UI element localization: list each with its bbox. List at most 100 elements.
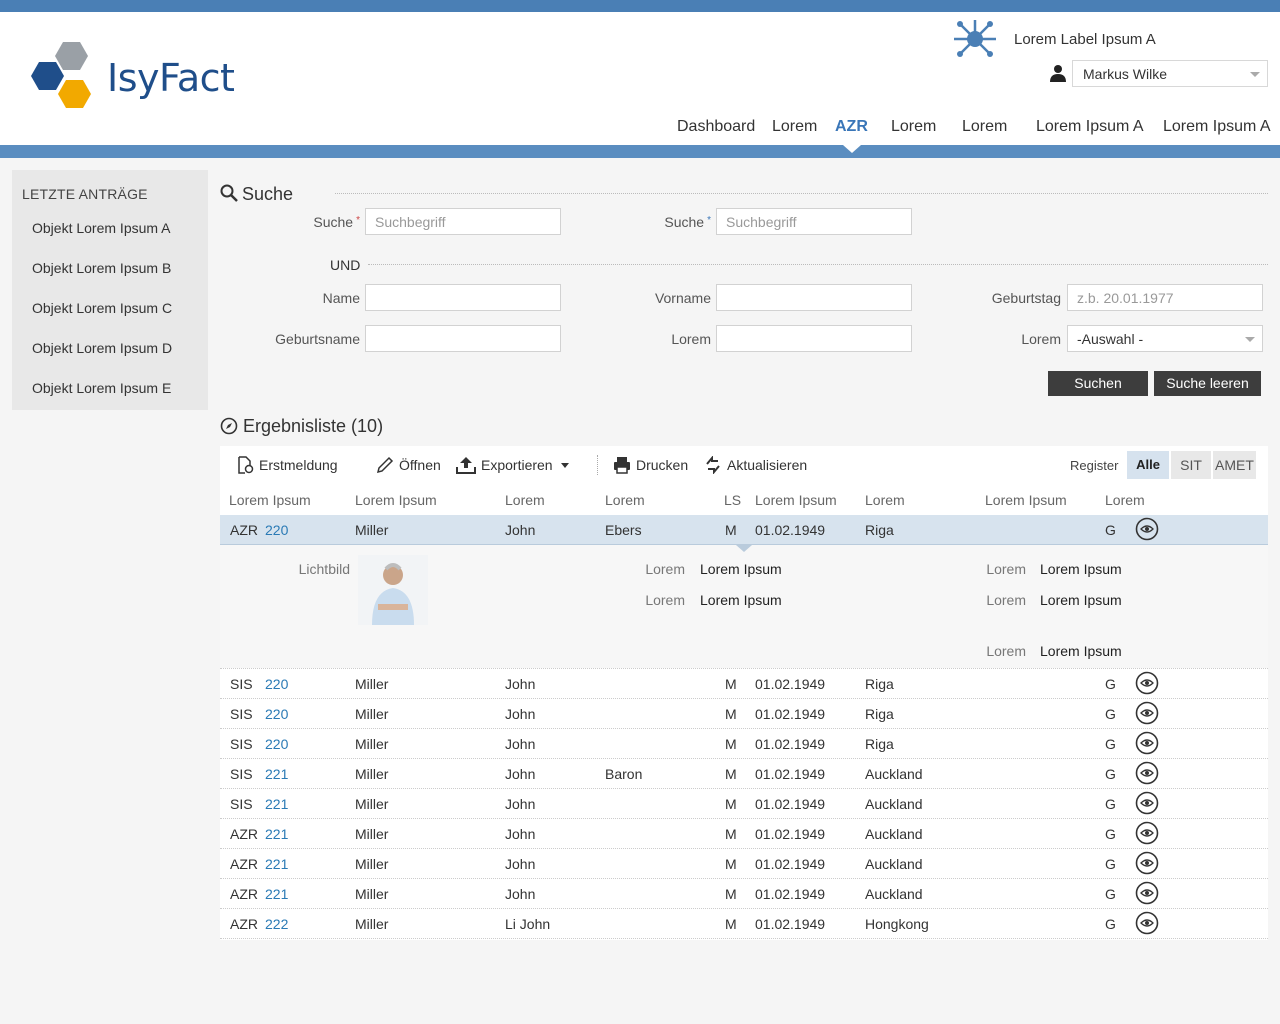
- vorname-label: Vorname: [654, 290, 711, 306]
- eye-icon[interactable]: [1135, 701, 1159, 725]
- table-row[interactable]: AZR 221 Miller John M 01.02.1949 Auckland G: [220, 819, 1268, 849]
- vorname-input[interactable]: [716, 284, 912, 311]
- row-id-link[interactable]: 220: [265, 522, 288, 538]
- eye-icon[interactable]: [1135, 671, 1159, 695]
- nav-lorem-ipsum-a-2[interactable]: Lorem Ipsum A: [1163, 118, 1271, 136]
- search-input-1[interactable]: Suchbegriff: [365, 208, 561, 235]
- nav-azr[interactable]: AZR: [835, 118, 868, 136]
- table-cell: Auckland: [865, 826, 923, 842]
- table-row[interactable]: SIS 221 Miller John Baron M 01.02.1949 Auckland…: [220, 759, 1268, 789]
- row-id-link[interactable]: 220: [265, 736, 288, 752]
- register-tab-amet[interactable]: AMET: [1213, 451, 1256, 479]
- oeffnen-button[interactable]: Öffnen: [376, 456, 441, 474]
- compass-icon: [220, 417, 238, 435]
- nav-dashboard[interactable]: Dashboard: [677, 118, 755, 136]
- eye-icon[interactable]: [1135, 851, 1159, 875]
- register-tab-alle[interactable]: Alle: [1127, 451, 1169, 479]
- sidebar-item-e[interactable]: Objekt Lorem Ipsum E: [32, 380, 171, 396]
- row-id-link[interactable]: 221: [265, 856, 288, 872]
- row-id-link[interactable]: 220: [265, 706, 288, 722]
- und-label: UND: [330, 257, 361, 273]
- table-cell: SIS: [230, 706, 253, 722]
- table-cell: Miller: [355, 522, 389, 538]
- col-header[interactable]: Lorem: [865, 492, 905, 508]
- search-button[interactable]: Suchen: [1048, 371, 1148, 396]
- row-id-link[interactable]: 221: [265, 826, 288, 842]
- name-input[interactable]: [365, 284, 561, 311]
- table-row[interactable]: AZR 222 Miller Li John M 01.02.1949 Hongkong G: [220, 909, 1268, 939]
- exportieren-button[interactable]: Exportieren: [456, 456, 569, 474]
- detail-value: Lorem Ipsum: [1040, 643, 1122, 659]
- user-select[interactable]: Markus Wilke: [1072, 60, 1268, 87]
- drucken-button[interactable]: Drucken: [613, 456, 688, 474]
- detail-label: Lorem: [645, 592, 685, 608]
- table-cell: Hongkong: [865, 916, 929, 932]
- search-input-2[interactable]: Suchbegriff: [716, 208, 912, 235]
- sidebar-item-d[interactable]: Objekt Lorem Ipsum D: [32, 340, 172, 356]
- eye-icon[interactable]: [1135, 517, 1159, 541]
- table-cell: 01.02.1949: [755, 916, 826, 932]
- table-cell: G: [1105, 796, 1116, 812]
- geburtstag-input[interactable]: z.b. 20.01.1977: [1067, 284, 1263, 311]
- und-divider: [368, 264, 1268, 265]
- table-row[interactable]: SIS 220 Miller John M 01.02.1949 Riga G: [220, 729, 1268, 759]
- col-header[interactable]: Lorem Ipsum: [755, 492, 837, 508]
- row-id-link[interactable]: 221: [265, 796, 288, 812]
- table-cell: John: [505, 796, 536, 812]
- lorem-input[interactable]: [716, 325, 912, 352]
- sidebar: LETZTE ANTRÄGE Objekt Lorem Ipsum A Obje…: [12, 170, 208, 410]
- eye-icon[interactable]: [1135, 881, 1159, 905]
- col-header[interactable]: Lorem Ipsum: [355, 492, 437, 508]
- row-id-link[interactable]: 220: [265, 676, 288, 692]
- aktualisieren-button[interactable]: Aktualisieren: [704, 456, 807, 474]
- table-cell: Auckland: [865, 766, 923, 782]
- col-header[interactable]: Lorem Ipsum: [985, 492, 1067, 508]
- register-tab-sit[interactable]: SIT: [1171, 451, 1211, 479]
- geburtsname-input[interactable]: [365, 325, 561, 352]
- upload-icon: [456, 457, 476, 474]
- sidebar-item-c[interactable]: Objekt Lorem Ipsum C: [32, 300, 172, 316]
- table-row[interactable]: SIS 220 Miller John M 01.02.1949 Riga G: [220, 699, 1268, 729]
- erstmeldung-button[interactable]: Erstmeldung: [236, 456, 338, 474]
- eye-icon[interactable]: [1135, 821, 1159, 845]
- eye-icon[interactable]: [1135, 911, 1159, 935]
- table-row[interactable]: AZR 221 Miller John M 01.02.1949 Auckland G: [220, 849, 1268, 879]
- table-row[interactable]: SIS 221 Miller John M 01.02.1949 Auckland G: [220, 789, 1268, 819]
- nav-lorem-1[interactable]: Lorem: [772, 118, 817, 136]
- drucken-label: Drucken: [636, 457, 689, 473]
- lorem-select[interactable]: -Auswahl -: [1067, 325, 1263, 352]
- eye-icon[interactable]: [1135, 791, 1159, 815]
- table-cell: AZR: [230, 886, 258, 902]
- col-header[interactable]: Lorem: [605, 492, 645, 508]
- table-cell: M: [725, 826, 737, 842]
- detail-value: Lorem Ipsum: [700, 592, 782, 608]
- col-header[interactable]: Lorem: [505, 492, 545, 508]
- row-id-link[interactable]: 221: [265, 886, 288, 902]
- table-cell: AZR: [230, 856, 258, 872]
- col-header[interactable]: Lorem: [1105, 492, 1145, 508]
- nav-lorem-2[interactable]: Lorem: [891, 118, 936, 136]
- lorem-select-label: Lorem: [1021, 331, 1061, 347]
- table-cell: G: [1105, 706, 1116, 722]
- eye-icon[interactable]: [1135, 761, 1159, 785]
- row-divider: [220, 668, 1268, 669]
- table-row[interactable]: SIS 220 Miller John M 01.02.1949 Riga G: [220, 669, 1268, 699]
- table-row[interactable]: AZR 220 Miller John Ebers M 01.02.1949 Riga G: [220, 515, 1268, 545]
- eye-icon[interactable]: [1135, 731, 1159, 755]
- table-row[interactable]: AZR 221 Miller John M 01.02.1949 Auckland G: [220, 879, 1268, 909]
- sidebar-item-b[interactable]: Objekt Lorem Ipsum B: [32, 260, 171, 276]
- nav-lorem-3[interactable]: Lorem: [962, 118, 1007, 136]
- col-header[interactable]: Lorem Ipsum: [229, 492, 311, 508]
- sidebar-item-a[interactable]: Objekt Lorem Ipsum A: [32, 220, 171, 236]
- table-cell: John: [505, 856, 536, 872]
- user-icon: [1050, 65, 1066, 82]
- clear-search-button[interactable]: Suche leeren: [1154, 371, 1261, 396]
- lorem-select-value: -Auswahl -: [1077, 331, 1144, 347]
- detail-label: Lorem: [986, 592, 1026, 608]
- row-id-link[interactable]: 221: [265, 766, 288, 782]
- row-id-link[interactable]: 222: [265, 916, 288, 932]
- exportieren-label: Exportieren: [481, 457, 553, 473]
- refresh-icon: [706, 456, 720, 474]
- nav-lorem-ipsum-a-1[interactable]: Lorem Ipsum A: [1036, 118, 1144, 136]
- col-header[interactable]: LS: [724, 492, 741, 508]
